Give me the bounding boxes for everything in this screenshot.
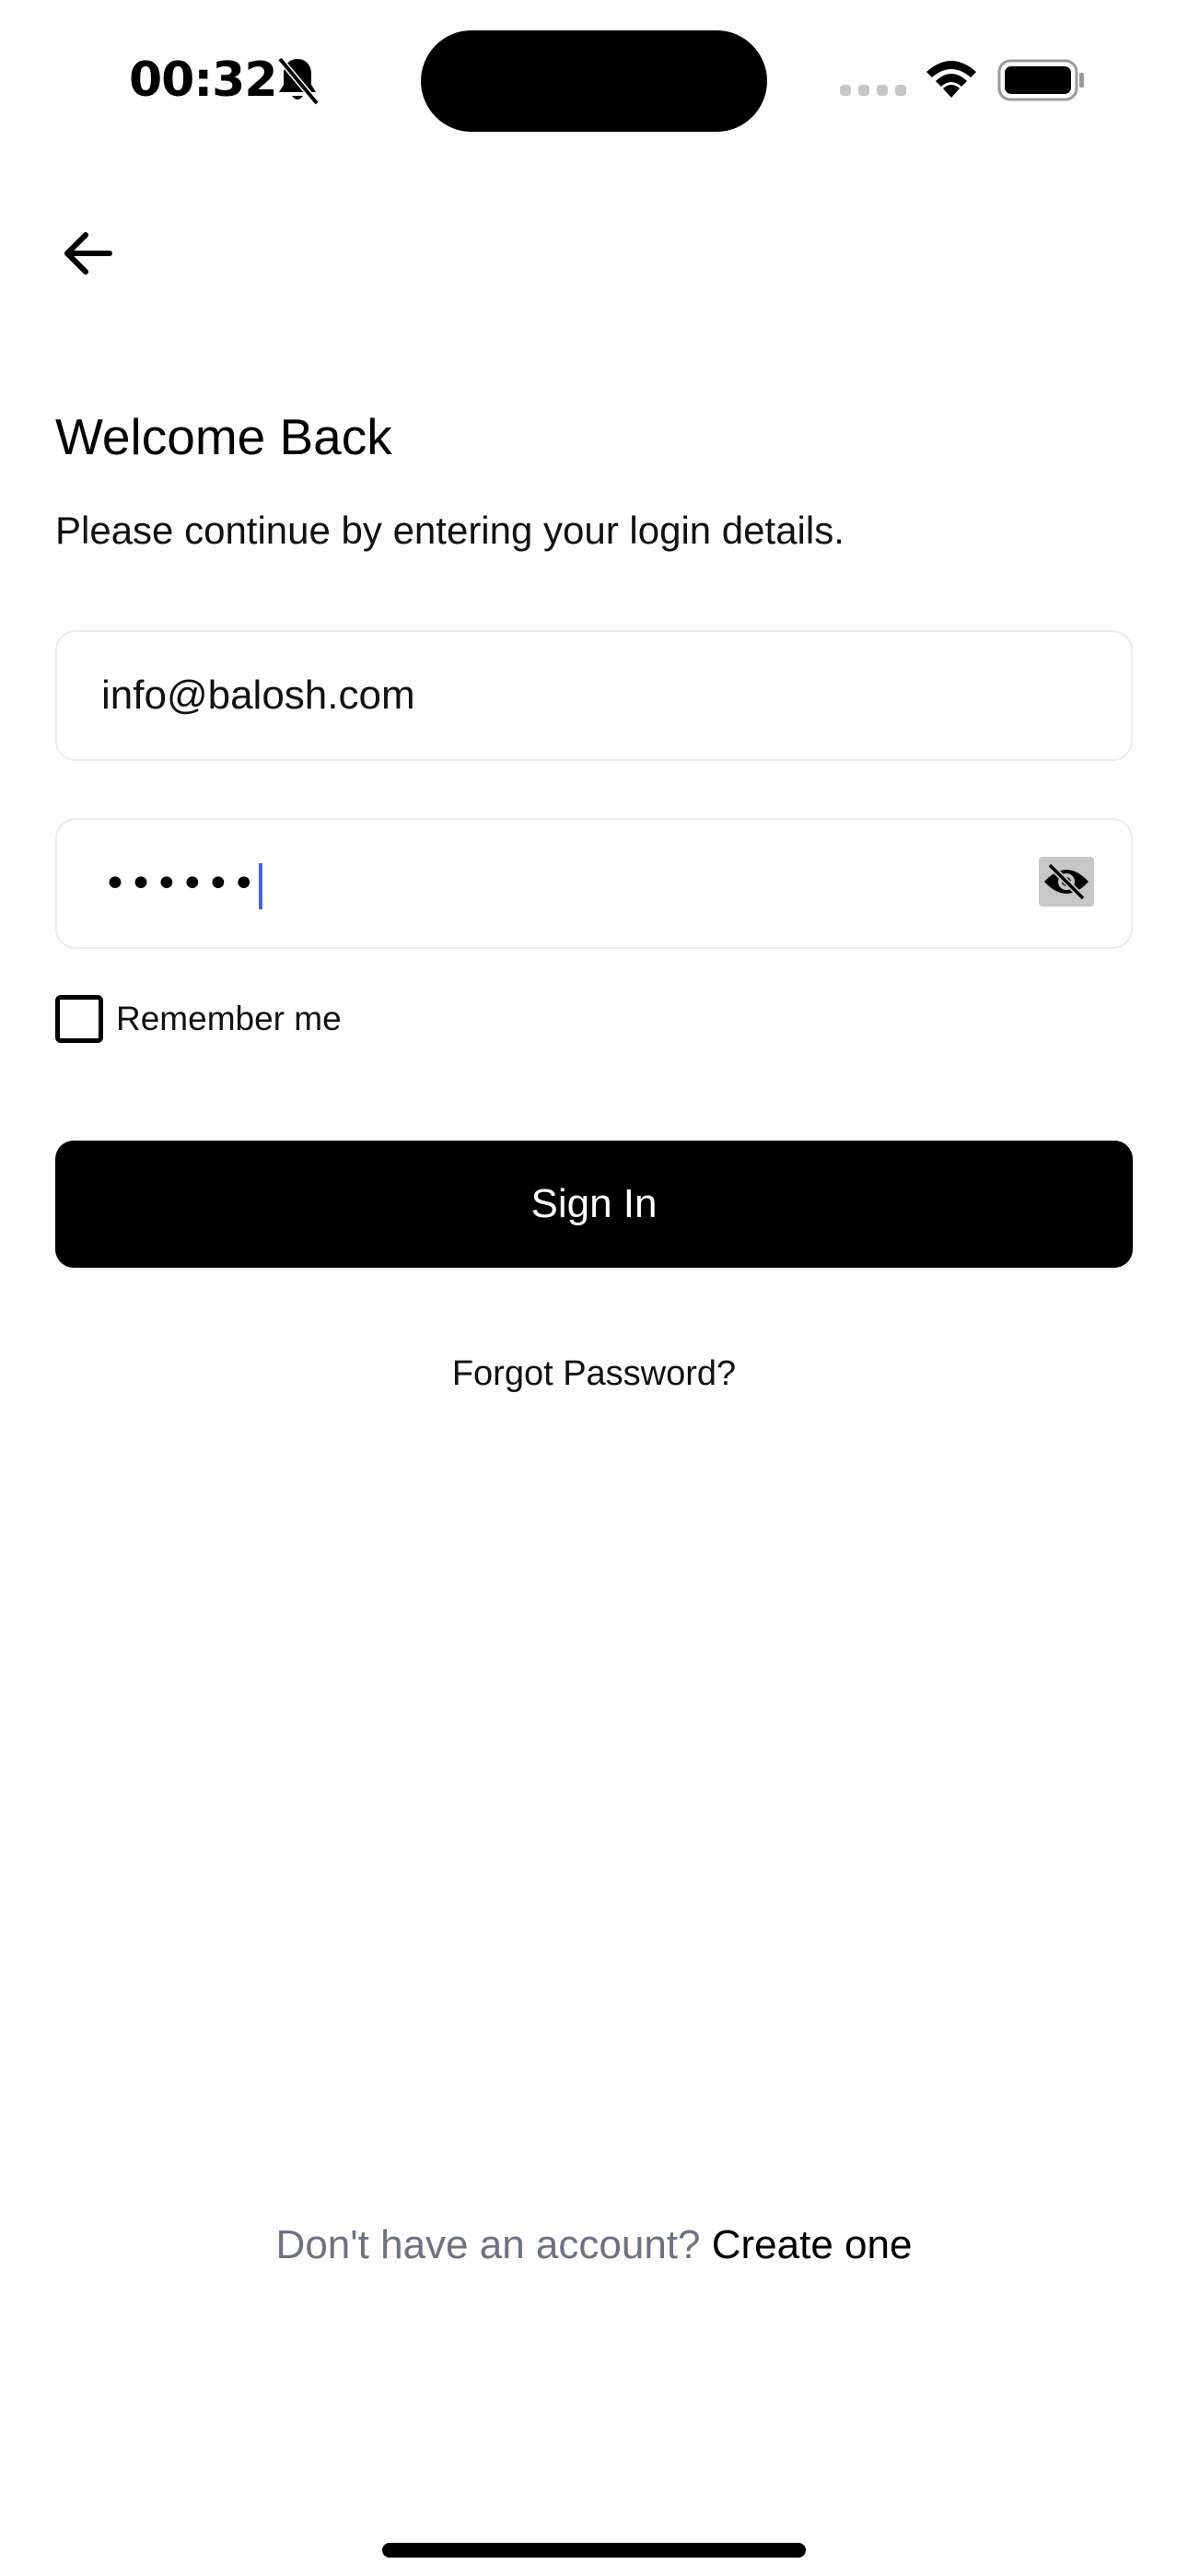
sign-in-button[interactable]: Sign In [55,1141,1133,1268]
password-visibility-toggle[interactable] [1039,857,1094,907]
password-field[interactable]: •••••• [103,857,262,912]
email-field[interactable] [101,632,985,759]
arrow-left-icon [64,232,112,275]
page-subtitle: Please continue by entering your login d… [55,509,844,552]
dynamic-island [421,30,767,132]
signup-prompt: Don't have an account? Create one [0,2222,1188,2268]
back-button[interactable] [55,221,120,286]
email-field-container [55,630,1133,761]
bell-slash-icon [277,56,320,106]
password-field-container[interactable]: •••••• [55,818,1133,949]
remember-me-label: Remember me [116,1000,342,1037]
eye-slash-icon [1044,863,1089,900]
create-account-link[interactable]: Create one [712,2222,913,2267]
signal-icon [840,85,906,96]
page-title: Welcome Back [55,408,392,465]
text-caret [258,863,262,909]
wifi-icon [926,61,976,98]
signup-prompt-text: Don't have an account? [275,2222,701,2267]
remember-me-checkbox[interactable] [55,995,103,1043]
home-indicator[interactable] [382,2543,806,2558]
password-masked-value: •••••• [103,861,258,907]
battery-icon [997,59,1084,101]
forgot-password-link[interactable]: Forgot Password? [0,1354,1188,1394]
remember-me-row[interactable]: Remember me [55,995,342,1043]
status-time: 00:32 [129,53,278,108]
